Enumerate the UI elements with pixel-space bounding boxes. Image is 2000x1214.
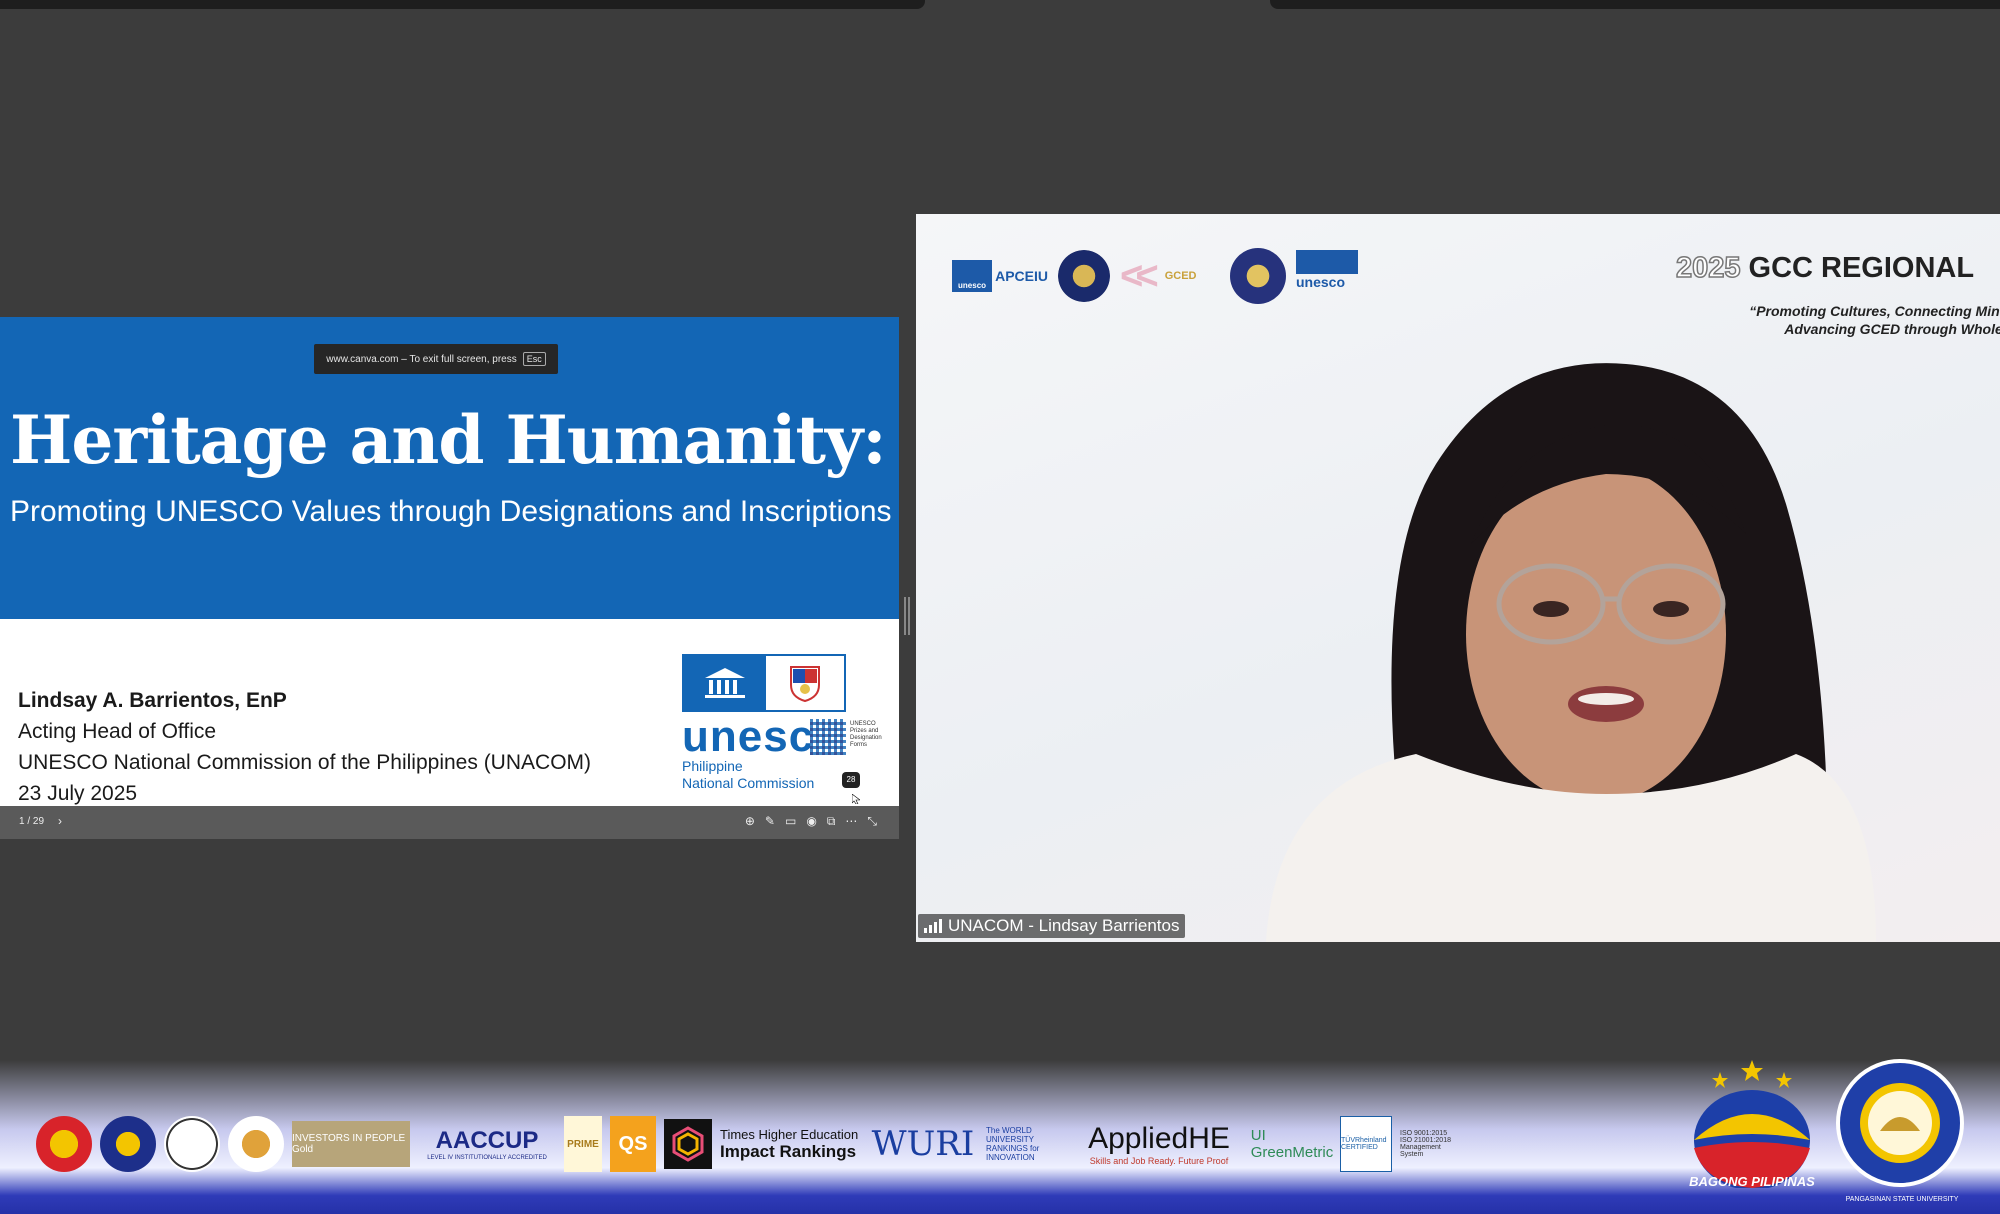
psu-seal-text: PANGASINAN STATE UNIVERSITY bbox=[1845, 1196, 1959, 1203]
audio-icon[interactable]: ◉ bbox=[806, 814, 816, 829]
page-tooltip: 28 bbox=[842, 772, 860, 788]
split-resize-handle[interactable] bbox=[903, 597, 911, 635]
qr-caption: UNESCO Prizes and Designation Forms bbox=[850, 721, 882, 748]
unesco-logo: unesco bbox=[1296, 250, 1360, 302]
exit-fullscreen-icon[interactable]: ⤡ bbox=[867, 814, 877, 829]
participant-video-image bbox=[1266, 363, 1876, 942]
draw-icon[interactable]: ✎ bbox=[765, 814, 775, 829]
event-logos: unesco APCEIU << GCED unesco bbox=[952, 248, 1360, 304]
presenter-name: Lindsay A. Barrientos, EnP bbox=[18, 689, 287, 712]
event-title: 2025 GCC REGIONAL bbox=[1675, 251, 1975, 285]
unesco-small-logo: unesco bbox=[952, 260, 993, 292]
tuv-logo: TÜVRheinland CERTIFIED bbox=[1340, 1116, 1392, 1172]
signal-strength-icon bbox=[924, 919, 942, 933]
top-strip-right bbox=[1270, 0, 2000, 9]
commission-line-2: National Commission bbox=[682, 775, 815, 791]
participant-video-tile[interactable]: unesco APCEIU << GCED unesco 2025 GCC REGI… bbox=[916, 214, 2000, 942]
wuri-text: The WORLD UNIVERSITY RANKINGS for INNOVA… bbox=[986, 1126, 1040, 1162]
appliedhe-logo: AppliedHE Skills and Job Ready. Future P… bbox=[1074, 1121, 1244, 1167]
qs-logo: QS bbox=[610, 1116, 656, 1172]
gced-text: GCED bbox=[1164, 270, 1197, 282]
commission-label: Philippine National Commission bbox=[682, 758, 814, 792]
unesco-wordmark: unesco bbox=[682, 712, 810, 761]
wuri-logo: WURI bbox=[871, 1124, 975, 1164]
fullscreen-notice: www.canva.com – To exit full screen, pre… bbox=[314, 344, 558, 374]
apceiu-text: APCEIU bbox=[995, 268, 1048, 284]
unesco-emblem bbox=[682, 654, 846, 712]
unesco-logo-text: unesco bbox=[1296, 274, 1346, 290]
aaccup-logo: AACCUP LEVEL IV INSTITUTIONALLY ACCREDIT… bbox=[418, 1121, 556, 1167]
the-logo-icon bbox=[664, 1119, 712, 1169]
slide-subtitle: Promoting UNESCO Values through Designat… bbox=[10, 495, 892, 528]
page-indicator: 1 / 29 bbox=[19, 816, 45, 827]
pangasinan-state-university-seal bbox=[1836, 1059, 1964, 1187]
asean-logo bbox=[36, 1116, 92, 1172]
times-higher-education-logo: Times Higher Education Impact Rankings bbox=[720, 1121, 860, 1167]
more-options-icon[interactable]: ⋯ bbox=[845, 814, 857, 829]
appliedhe-text: AppliedHE bbox=[1088, 1122, 1230, 1155]
participant-nameplate: UNACOM - Lindsay Barrientos bbox=[918, 914, 1186, 938]
prime-logo: PRIME bbox=[564, 1116, 602, 1172]
presenter-org: UNESCO National Commission of the Philip… bbox=[18, 751, 592, 774]
seal-logo-a bbox=[100, 1116, 156, 1172]
quality-management-logo bbox=[228, 1116, 284, 1172]
captions-icon[interactable]: ▭ bbox=[785, 814, 796, 829]
appliedhe-subtext: Skills and Job Ready. Future Proof bbox=[1089, 1156, 1229, 1166]
next-slide-button[interactable]: › bbox=[58, 814, 62, 828]
the-line-1: Times Higher Education bbox=[720, 1126, 859, 1142]
accreditation-logos: INVESTORS IN PEOPLE Gold AACCUP LEVEL IV… bbox=[36, 1112, 1456, 1176]
presentation-date: 23 July 2025 bbox=[18, 782, 138, 805]
unesco-philippines-logo: unesco UNESCO Prizes and Designation For… bbox=[682, 654, 892, 804]
zoom-icon[interactable]: ⊕ bbox=[745, 814, 755, 829]
seal-logo-1 bbox=[1058, 250, 1110, 302]
event-title-text: GCC REGIONAL bbox=[1748, 252, 1975, 284]
aaccup-subtext: LEVEL IV INSTITUTIONALLY ACCREDITED bbox=[427, 1155, 547, 1161]
bagong-pilipinas-logo bbox=[1694, 1060, 1810, 1188]
event-year: 2025 bbox=[1675, 251, 1741, 285]
gced-logo: << GCED bbox=[1120, 253, 1197, 298]
shared-screen[interactable]: www.canva.com – To exit full screen, pre… bbox=[0, 317, 899, 839]
presenter-role: Acting Head of Office bbox=[18, 720, 217, 743]
seal-logo-b bbox=[164, 1116, 220, 1172]
seal-logo-2 bbox=[1230, 248, 1286, 304]
apceiu-logo: unesco APCEIU bbox=[952, 256, 1048, 296]
esc-key: Esc bbox=[522, 352, 546, 366]
the-line-2: Impact Rankings bbox=[720, 1141, 857, 1161]
greenmetric-logo: UI GreenMetric bbox=[1250, 1127, 1334, 1161]
philippine-seal-icon bbox=[766, 656, 844, 710]
investors-in-people-logo: INVESTORS IN PEOPLE Gold bbox=[292, 1121, 410, 1167]
top-strip-left bbox=[0, 0, 925, 9]
presentation-toolbar: 1 / 29 › ⊕ ✎ ▭ ◉ ⧉ ⋯ ⤡ bbox=[0, 806, 899, 839]
presenter-view-icon[interactable]: ⧉ bbox=[827, 814, 836, 829]
participant-name: UNACOM - Lindsay Barrientos bbox=[948, 916, 1180, 935]
fullscreen-notice-text: www.canva.com – To exit full screen, pre… bbox=[326, 353, 517, 365]
qr-code[interactable] bbox=[810, 719, 846, 755]
bagong-pilipinas-label: BAGONG PILIPINAS bbox=[1689, 1174, 1815, 1189]
slide-title: Heritage and Humanity: bbox=[10, 401, 887, 479]
temple-icon bbox=[684, 656, 766, 710]
aaccup-text: AACCUP bbox=[435, 1127, 539, 1154]
presenter-info: Lindsay A. Barrientos, EnP Acting Head o… bbox=[18, 685, 591, 809]
commission-line-1: Philippine bbox=[682, 758, 743, 774]
iso-certification: ISO 9001:2015 ISO 21001:2018 Management … bbox=[1400, 1130, 1451, 1158]
mouse-cursor-icon bbox=[852, 794, 860, 804]
